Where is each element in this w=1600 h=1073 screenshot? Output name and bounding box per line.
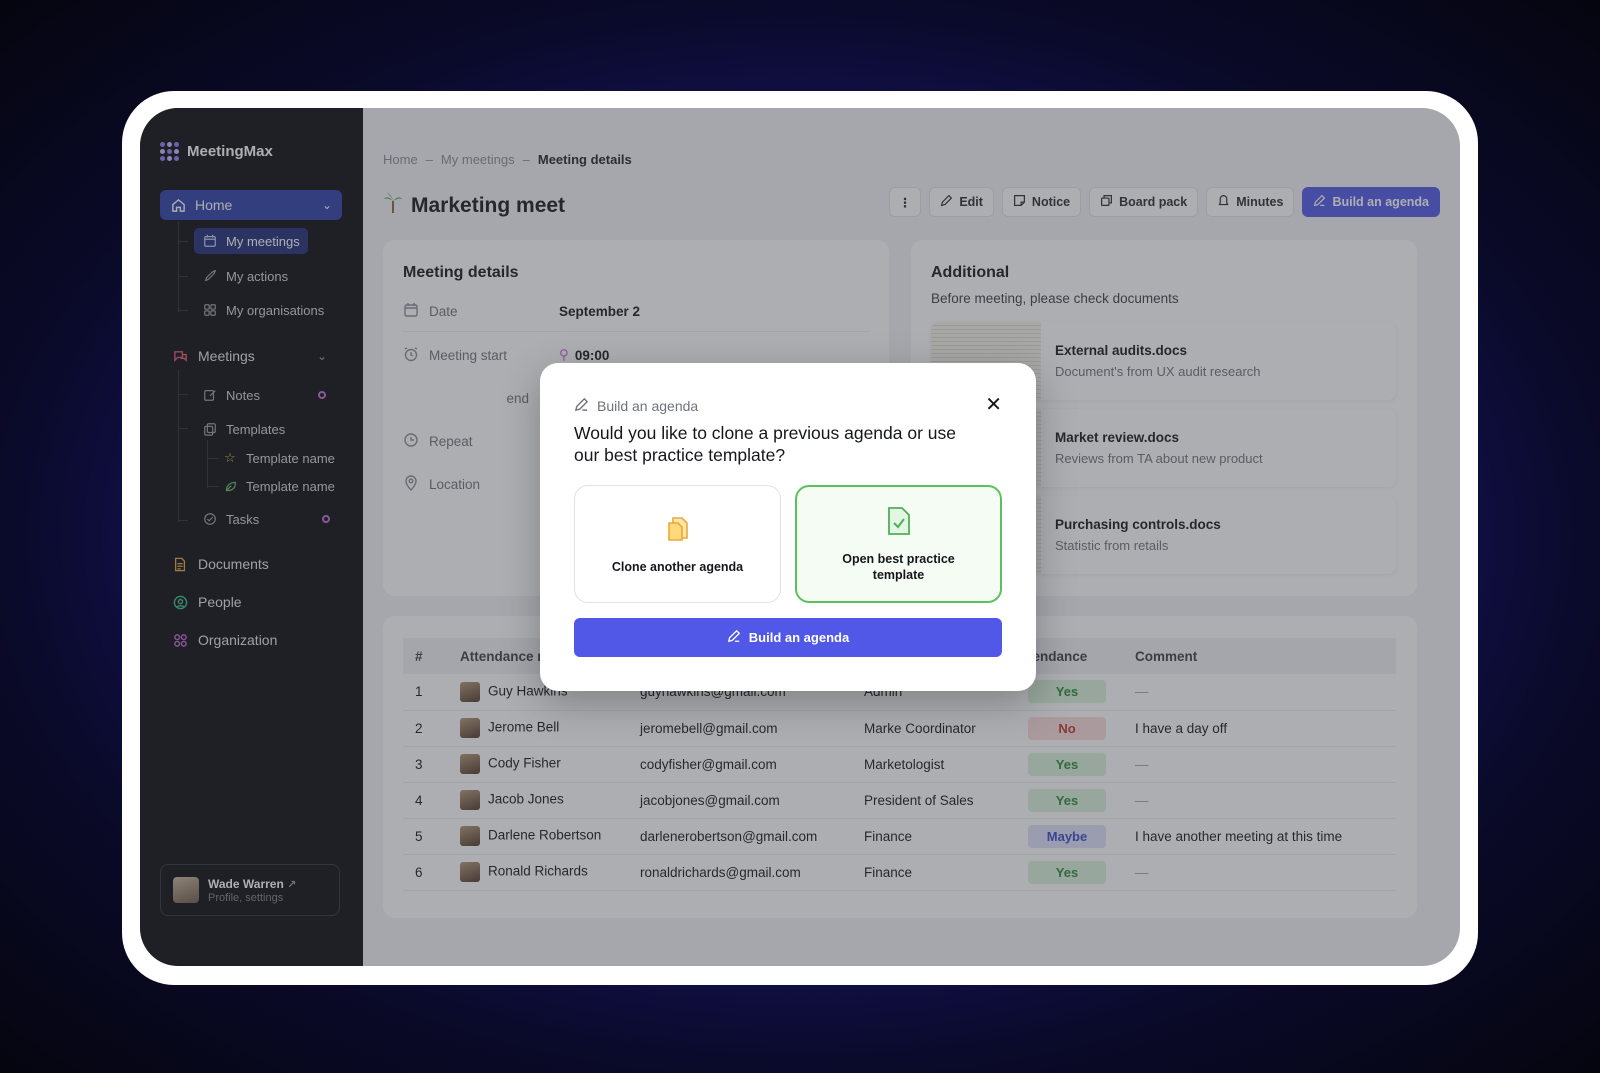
close-icon[interactable]: ✕ bbox=[985, 395, 1002, 415]
best-practice-template-option[interactable]: Open best practice template bbox=[795, 485, 1002, 603]
copy-documents-icon bbox=[663, 514, 693, 549]
build-agenda-modal: Build an agenda ✕ Would you like to clon… bbox=[540, 363, 1036, 691]
edit-icon bbox=[727, 629, 741, 646]
edit-icon bbox=[574, 397, 589, 415]
modal-button-label: Build an agenda bbox=[748, 630, 850, 645]
modal-kicker-label: Build an agenda bbox=[597, 398, 699, 414]
document-check-icon bbox=[886, 506, 912, 541]
modal-question: Would you like to clone a previous agend… bbox=[574, 423, 957, 465]
option-label: Open best practice template bbox=[842, 551, 955, 582]
clone-agenda-option[interactable]: Clone another agenda bbox=[574, 485, 781, 603]
option-label: Clone another agenda bbox=[611, 559, 744, 574]
modal-build-agenda-button[interactable]: Build an agenda bbox=[574, 618, 1002, 657]
modal-kicker: Build an agenda bbox=[574, 397, 698, 415]
